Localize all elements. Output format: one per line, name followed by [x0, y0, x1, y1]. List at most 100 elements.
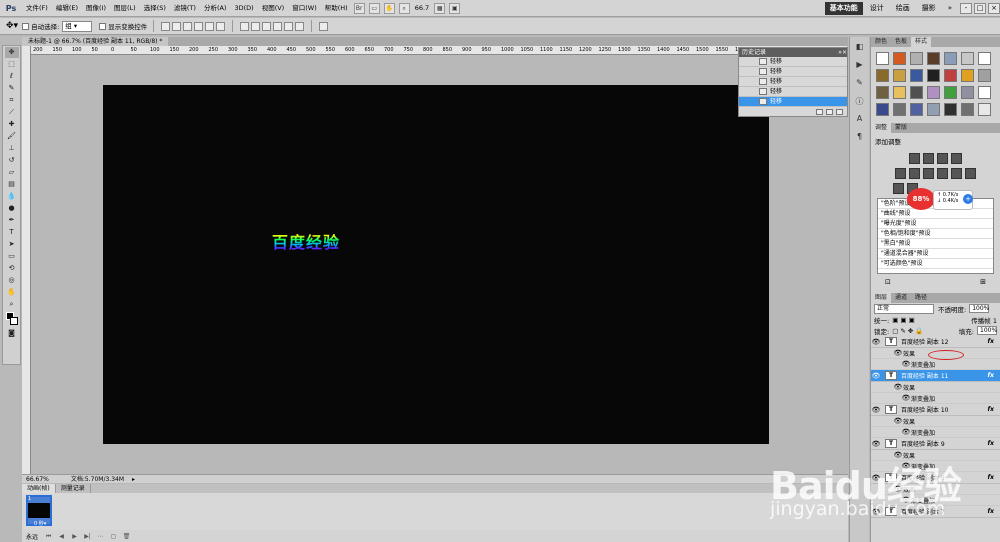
tab-styles[interactable]: 样式: [911, 37, 932, 47]
menu-filter[interactable]: 滤镜(T): [170, 0, 200, 17]
menu-analysis[interactable]: 分析(A): [200, 0, 231, 17]
workspace-photography[interactable]: 摄影: [917, 2, 941, 15]
first-frame-icon[interactable]: ⏮: [44, 532, 53, 541]
style-swatch[interactable]: [978, 103, 991, 116]
arrange-icon[interactable]: ▦: [434, 2, 446, 14]
loop-select[interactable]: 永远: [26, 532, 38, 541]
hand-tool-icon[interactable]: ✋: [5, 287, 19, 298]
menu-image[interactable]: 图像(I): [82, 0, 110, 17]
propagate-label[interactable]: 传播帧 1: [971, 315, 997, 325]
status-arrow-icon[interactable]: ▸: [128, 475, 139, 483]
style-swatch[interactable]: [893, 52, 906, 65]
preset-item[interactable]: "曲线"预设: [878, 209, 993, 219]
visibility-eye-icon[interactable]: 👁: [871, 372, 881, 380]
layer-row[interactable]: 👁 T 百度经验 副本 10 fx: [871, 404, 1000, 416]
unify-icons[interactable]: ▣ ▣ ▣: [892, 316, 915, 324]
opacity-field[interactable]: 100%: [969, 304, 989, 313]
blur-tool-icon[interactable]: 💧: [5, 191, 19, 202]
preset-item[interactable]: "通道混合器"预设: [878, 249, 993, 259]
auto-align-icon[interactable]: [319, 21, 329, 31]
auto-select-dropdown[interactable]: 组 ▾: [62, 20, 93, 32]
preset-item[interactable]: "可选颜色"预设: [878, 259, 993, 269]
distribute-top-icon[interactable]: [240, 21, 250, 31]
workspace-more-icon[interactable]: »: [943, 2, 957, 15]
style-swatch[interactable]: [910, 86, 923, 99]
trash-icon[interactable]: [836, 108, 843, 115]
quick-mask-icon[interactable]: ◙: [5, 328, 19, 339]
preset-item[interactable]: "曝光度"预设: [878, 219, 993, 229]
new-document-icon[interactable]: [816, 108, 823, 115]
style-swatch[interactable]: [893, 103, 906, 116]
menu-edit[interactable]: 编辑(E): [52, 0, 82, 17]
tween-icon[interactable]: ⋯: [96, 532, 105, 541]
style-swatch[interactable]: [876, 69, 889, 82]
visibility-eye-icon[interactable]: 👁: [893, 349, 903, 357]
zoom-tool-icon[interactable]: ⌕: [398, 2, 410, 14]
menu-view[interactable]: 视图(V): [258, 0, 289, 17]
style-swatch[interactable]: [961, 103, 974, 116]
style-swatch[interactable]: [876, 86, 889, 99]
layer-row[interactable]: 👁 T 百度经验 副本 12 fx: [871, 336, 1000, 348]
blend-mode-select[interactable]: 正常: [874, 303, 934, 314]
align-right-icon[interactable]: [216, 21, 226, 31]
gradient-overlay-row[interactable]: 👁 渐变叠加: [871, 393, 1000, 404]
style-swatch[interactable]: [944, 69, 957, 82]
screen-mode-icon[interactable]: ▣: [449, 2, 461, 14]
style-swatch[interactable]: [961, 52, 974, 65]
maximize-button[interactable]: □: [974, 2, 986, 14]
tab-masks[interactable]: 蒙版: [891, 123, 911, 133]
preset-item[interactable]: "黑白"预设: [878, 239, 993, 249]
eraser-tool-icon[interactable]: ▱: [5, 167, 19, 178]
net-percent-badge[interactable]: 88%: [907, 188, 935, 210]
move-tool-icon[interactable]: ✥: [4, 47, 19, 58]
black-white-icon[interactable]: [937, 168, 948, 179]
style-swatch[interactable]: [961, 86, 974, 99]
document-canvas[interactable]: [103, 85, 769, 444]
invert-icon[interactable]: [893, 183, 904, 194]
layer-row[interactable]: 👁 T 百度经验 副本 11 fx: [871, 370, 1000, 382]
tab-paths[interactable]: 路径: [911, 293, 931, 303]
prev-frame-icon[interactable]: ◀: [57, 532, 66, 541]
lock-icons[interactable]: ▢ ✎ ✥ 🔒: [892, 327, 923, 335]
healing-brush-icon[interactable]: ✚: [5, 119, 19, 130]
show-transform-checkbox[interactable]: [99, 22, 107, 30]
brush-dock-icon[interactable]: ✎: [853, 78, 867, 91]
fx-icon[interactable]: fx: [988, 508, 994, 515]
quick-select-tool-icon[interactable]: ✎: [5, 83, 19, 94]
menu-3d[interactable]: 3D(D): [230, 0, 257, 17]
history-brush-icon[interactable]: ↺: [5, 155, 19, 166]
gradient-overlay-row[interactable]: 👁 渐变叠加: [871, 427, 1000, 438]
style-swatch[interactable]: [876, 52, 889, 65]
view-icon[interactable]: ⊞: [980, 278, 986, 290]
marquee-tool-icon[interactable]: ⬚: [5, 59, 19, 70]
tab-swatches[interactable]: 色板: [891, 37, 911, 47]
history-dock-icon[interactable]: ◧: [853, 42, 867, 55]
shape-tool-icon[interactable]: ▭: [5, 251, 19, 262]
document-tab[interactable]: 未标题-1 @ 66.7% (百度经验 副本 11, RGB/8) *: [22, 37, 169, 46]
curves-icon[interactable]: [937, 153, 948, 164]
next-frame-icon[interactable]: ▶|: [83, 532, 92, 541]
style-swatch[interactable]: [910, 52, 923, 65]
visibility-eye-icon[interactable]: 👁: [893, 417, 903, 425]
net-plus-button[interactable]: +: [963, 194, 973, 204]
workspace-painting[interactable]: 绘画: [891, 2, 915, 15]
hue-saturation-icon[interactable]: [909, 168, 920, 179]
tab-color[interactable]: 颜色: [871, 37, 891, 47]
type-tool-icon[interactable]: T: [5, 227, 19, 238]
visibility-eye-icon[interactable]: 👁: [893, 383, 903, 391]
bridge-icon[interactable]: Br: [353, 2, 365, 14]
close-button[interactable]: ×: [988, 2, 1000, 14]
character-dock-icon[interactable]: A: [853, 114, 867, 127]
visibility-eye-icon[interactable]: 👁: [901, 428, 911, 436]
path-select-icon[interactable]: ➤: [5, 239, 19, 250]
align-bottom-icon[interactable]: [183, 21, 193, 31]
style-swatch[interactable]: [944, 52, 957, 65]
photo-filter-icon[interactable]: [951, 168, 962, 179]
align-hcenter-icon[interactable]: [205, 21, 215, 31]
align-top-icon[interactable]: [161, 21, 171, 31]
history-item[interactable]: 轻移: [739, 57, 847, 67]
lasso-tool-icon[interactable]: ℓ: [5, 71, 19, 82]
info-dock-icon[interactable]: ⓘ: [853, 96, 867, 109]
clone-stamp-icon[interactable]: ⊥: [5, 143, 19, 154]
actions-dock-icon[interactable]: ▶: [853, 60, 867, 73]
